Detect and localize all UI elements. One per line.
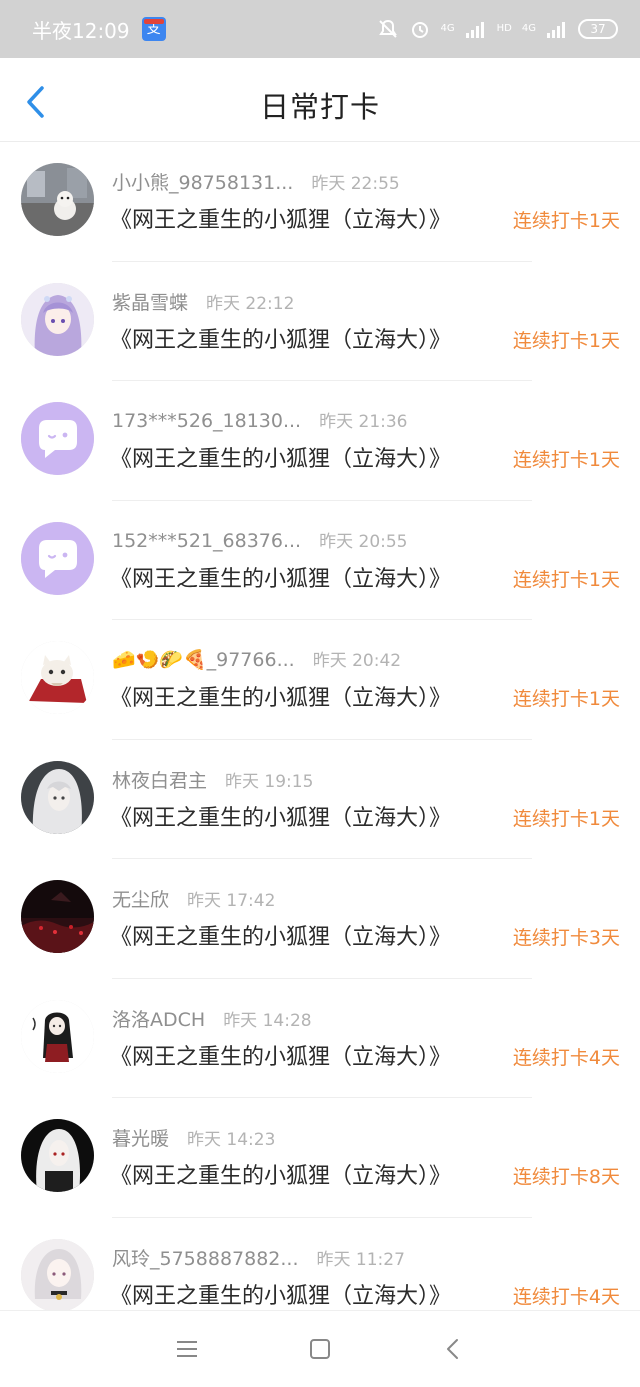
user-name[interactable]: 小小熊_98758131... <box>112 168 293 195</box>
checkin-time: 昨天 20:55 <box>319 531 408 552</box>
user-name[interactable]: 紫晶雪蝶 <box>112 288 188 315</box>
streak-label: 连续打卡1天 <box>512 329 620 352</box>
checkin-time: 昨天 19:15 <box>225 771 314 792</box>
mute-icon <box>377 18 399 40</box>
page-title: 日常打卡 <box>259 90 380 124</box>
book-title[interactable]: 《网王之重生的小狐狸（立海大）》 <box>110 919 451 951</box>
streak-label: 连续打卡8天 <box>512 1166 620 1188</box>
list-item[interactable]: 🧀🍤🌮🍕_97766... 昨天 20:42 《网王之重生的小狐狸（立海大）》 … <box>0 620 640 740</box>
streak-label: 连续打卡4天 <box>512 1046 620 1069</box>
list-item[interactable]: 洛洛ADCH 昨天 14:28 《网王之重生的小狐狸（立海大）》 连续打卡4天 <box>0 979 640 1099</box>
status-icons: 4G HD 4G 37 <box>377 18 618 40</box>
status-bar: 半夜12:09 支 4G HD 4G 37 <box>0 0 640 58</box>
list-item[interactable]: 173***526_18130... 昨天 21:36 《网王之重生的小狐狸（立… <box>0 381 640 501</box>
checkin-time: 昨天 21:36 <box>319 412 408 432</box>
streak-label: 连续打卡1天 <box>512 688 620 710</box>
user-name[interactable]: 洛洛ADCH <box>112 1005 205 1032</box>
avatar[interactable] <box>21 282 94 356</box>
checkin-time: 昨天 11:27 <box>316 1249 405 1270</box>
user-name[interactable]: 无尘欣 <box>112 885 169 912</box>
user-name[interactable]: 🧀🍤🌮🍕_97766... <box>112 648 295 671</box>
network-label-2: 4G <box>521 23 536 34</box>
user-name[interactable]: 173***526_18130... <box>112 410 301 432</box>
streak-label: 连续打卡1天 <box>512 449 620 471</box>
book-title[interactable]: 《网王之重生的小狐狸（立海大）》 <box>110 1278 451 1310</box>
streak-label: 连续打卡1天 <box>512 568 620 591</box>
avatar[interactable] <box>21 1238 94 1312</box>
checkin-time: 昨天 14:23 <box>187 1130 276 1150</box>
avatar[interactable] <box>21 1119 94 1192</box>
user-name[interactable]: 暮光暖 <box>112 1124 169 1151</box>
list-item[interactable]: 林夜白君主 昨天 19:15 《网王之重生的小狐狸（立海大）》 连续打卡1天 <box>0 740 640 860</box>
book-title[interactable]: 《网王之重生的小狐狸（立海大）》 <box>110 1158 451 1190</box>
header: 日常打卡 <box>0 58 640 142</box>
back-triangle-icon <box>447 1339 459 1359</box>
avatar[interactable] <box>21 163 94 236</box>
user-name[interactable]: 152***521_68376... <box>112 530 301 552</box>
list-item[interactable]: 152***521_68376... 昨天 20:55 《网王之重生的小狐狸（立… <box>0 501 640 621</box>
hd-label: HD <box>496 23 512 34</box>
streak-label: 连续打卡3天 <box>512 927 620 949</box>
avatar[interactable] <box>21 521 94 595</box>
avatar[interactable] <box>21 999 94 1073</box>
checkin-list: 小小熊_98758131... 昨天 22:55 《网王之重生的小狐狸（立海大）… <box>0 142 640 1337</box>
battery-indicator: 37 <box>578 19 618 39</box>
book-title[interactable]: 《网王之重生的小狐狸（立海大）》 <box>110 800 451 832</box>
streak-label: 连续打卡4天 <box>512 1285 620 1308</box>
system-back-button[interactable] <box>433 1329 473 1369</box>
checkin-time: 昨天 14:28 <box>223 1010 312 1031</box>
home-button[interactable] <box>300 1329 340 1369</box>
recent-apps-button[interactable] <box>167 1329 207 1369</box>
menu-icon <box>176 1341 197 1357</box>
list-item[interactable]: 紫晶雪蝶 昨天 22:12 《网王之重生的小狐狸（立海大）》 连续打卡1天 <box>0 262 640 382</box>
list-item[interactable]: 暮光暖 昨天 14:23 《网王之重生的小狐狸（立海大）》 连续打卡8天 <box>0 1098 640 1218</box>
system-nav-bar <box>0 1310 640 1387</box>
checkin-time: 昨天 20:42 <box>312 651 402 671</box>
list-item[interactable]: 小小熊_98758131... 昨天 22:55 《网王之重生的小狐狸（立海大）… <box>0 142 640 262</box>
avatar[interactable] <box>21 880 94 953</box>
book-title[interactable]: 《网王之重生的小狐狸（立海大）》 <box>110 1039 451 1071</box>
checkin-time: 昨天 22:55 <box>311 174 400 194</box>
signal-icon-2 <box>546 20 568 38</box>
avatar[interactable] <box>21 641 94 714</box>
streak-label: 连续打卡1天 <box>512 210 620 232</box>
status-time: 半夜12:09 <box>32 18 130 43</box>
book-title[interactable]: 《网王之重生的小狐狸（立海大）》 <box>110 680 451 712</box>
checkin-time: 昨天 17:42 <box>187 891 276 911</box>
streak-label: 连续打卡1天 <box>512 807 620 830</box>
avatar[interactable] <box>21 402 94 475</box>
alipay-app-icon: 支 <box>141 17 166 41</box>
book-title[interactable]: 《网王之重生的小狐狸（立海大）》 <box>110 322 451 354</box>
avatar[interactable] <box>21 760 94 834</box>
book-title[interactable]: 《网王之重生的小狐狸（立海大）》 <box>110 561 451 593</box>
list-item[interactable]: 无尘欣 昨天 17:42 《网王之重生的小狐狸（立海大）》 连续打卡3天 <box>0 859 640 979</box>
book-title[interactable]: 《网王之重生的小狐狸（立海大）》 <box>110 441 451 473</box>
checkin-time: 昨天 22:12 <box>206 293 295 314</box>
user-name[interactable]: 林夜白君主 <box>112 766 207 793</box>
user-name[interactable]: 风玲_5758887882... <box>112 1244 299 1271</box>
home-square-icon <box>309 1339 330 1359</box>
network-label-1: 4G <box>440 23 455 34</box>
signal-icon <box>465 20 487 38</box>
book-title[interactable]: 《网王之重生的小狐狸（立海大）》 <box>110 202 451 234</box>
alarm-icon <box>409 18 431 40</box>
